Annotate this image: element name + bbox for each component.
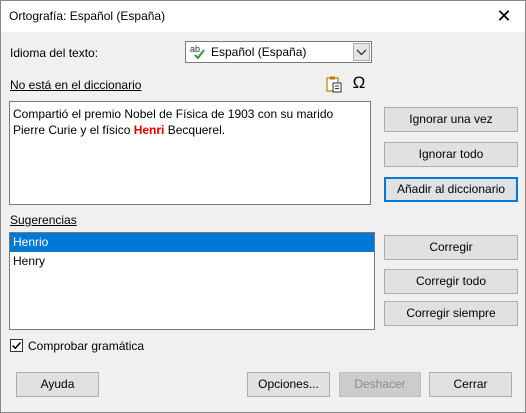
window-title: Ortografía: Español (España): [9, 9, 166, 23]
chevron-down-icon[interactable]: [353, 43, 370, 61]
add-to-dictionary-button[interactable]: Añadir al diccionario: [384, 177, 518, 202]
undo-button[interactable]: Deshacer: [339, 372, 421, 397]
sentence-textbox[interactable]: Compartió el premio Nobel de Física de 1…: [9, 101, 371, 205]
suggestion-item[interactable]: Henry: [10, 252, 374, 271]
sentence-text-after: Becquerel.: [164, 123, 226, 137]
special-character-omega-icon[interactable]: Ω: [350, 74, 368, 92]
language-select[interactable]: ab Español (España): [185, 41, 372, 63]
misspelled-word: Henri: [133, 123, 165, 137]
close-icon[interactable]: ✕: [493, 5, 515, 27]
correct-all-button[interactable]: Corregir todo: [384, 269, 518, 294]
options-button[interactable]: Opciones...: [247, 372, 330, 397]
help-button[interactable]: Ayuda: [16, 372, 99, 397]
suggestion-item[interactable]: Henrio: [10, 233, 374, 252]
spellcheck-abc-icon: ab: [189, 43, 207, 61]
language-value: Español (España): [211, 45, 307, 59]
ignore-once-button[interactable]: Ignorar una vez: [384, 107, 518, 132]
check-grammar-label: Comprobar gramática: [28, 339, 145, 353]
always-correct-button[interactable]: Corregir siempre: [384, 301, 518, 326]
close-button[interactable]: Cerrar: [429, 372, 512, 397]
paste-icon[interactable]: [325, 75, 343, 93]
correct-button[interactable]: Corregir: [384, 235, 518, 260]
language-label: Idioma del texto:: [10, 46, 99, 60]
spelling-dialog: Ortografía: Español (España) ✕ Idioma de…: [0, 0, 526, 413]
ignore-all-button[interactable]: Ignorar todo: [384, 142, 518, 167]
title-bar: Ortografía: Español (España) ✕: [1, 1, 525, 32]
check-grammar-checkbox[interactable]: [10, 339, 23, 352]
not-in-dictionary-label: No está en el diccionario: [10, 78, 142, 92]
suggestions-list[interactable]: Henrio Henry: [9, 232, 375, 330]
checkmark-icon: [11, 341, 22, 350]
svg-text:ab: ab: [190, 44, 200, 54]
suggestions-label: Sugerencias: [10, 213, 77, 227]
